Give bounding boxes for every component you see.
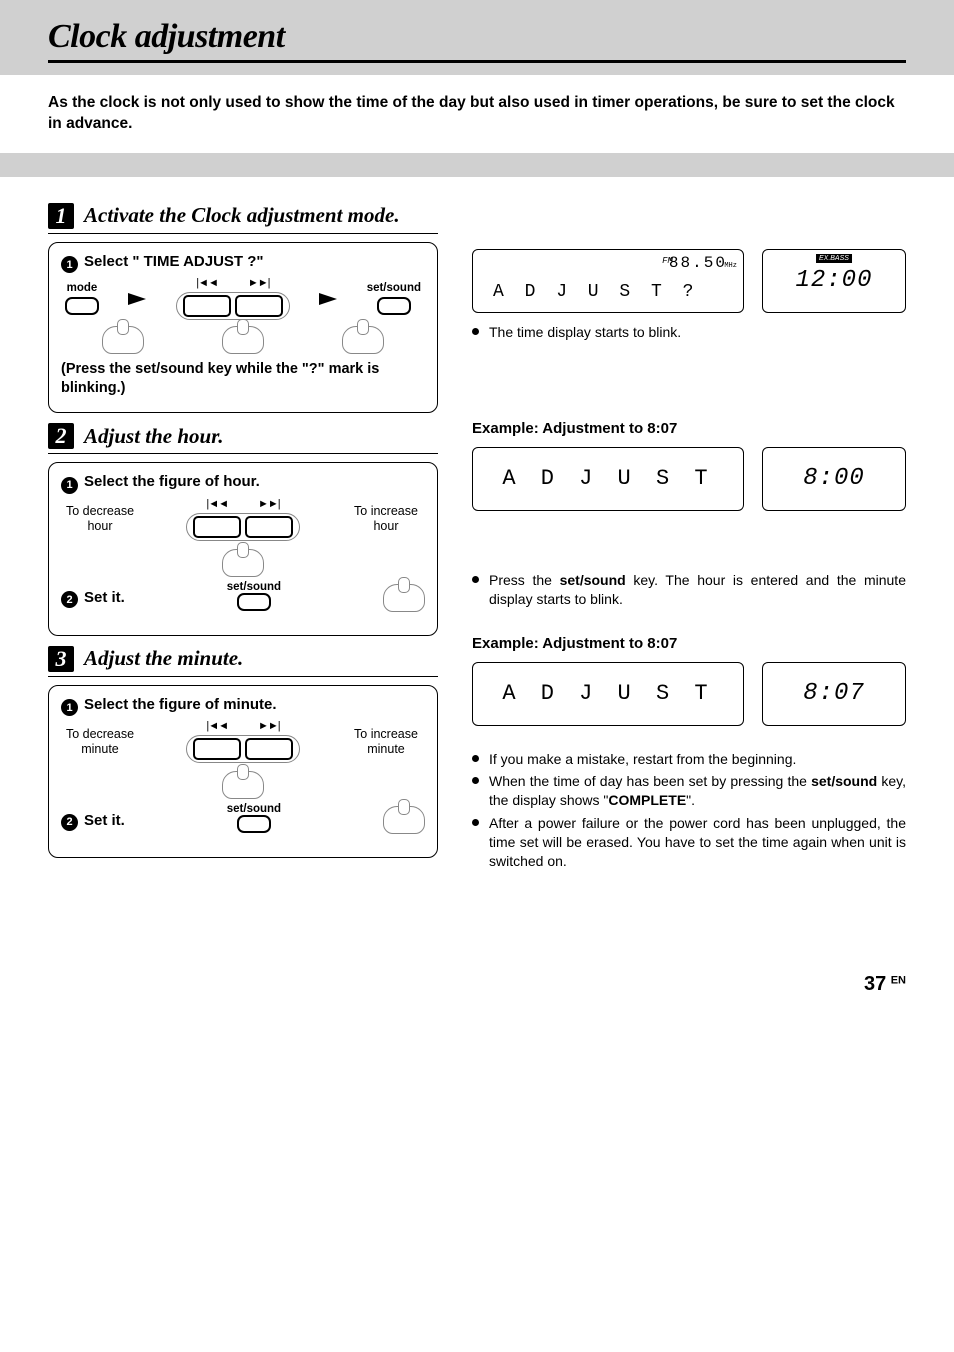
hand-icon — [222, 326, 264, 354]
step2-sub2-num: 2 — [61, 591, 78, 608]
decrease-minute-label: To decrease minute — [65, 727, 135, 757]
step1-sub1-num: 1 — [61, 256, 78, 273]
lcd-display-2: A D J U S T — [472, 447, 744, 511]
decrease-hour-label: To decrease hour — [65, 504, 135, 534]
step1-note: (Press the set/sound key while the "?" m… — [61, 360, 425, 398]
time-value-2: 8:00 — [803, 465, 865, 492]
mode-button-icon — [65, 297, 99, 315]
hand-icon — [102, 326, 144, 354]
nav-buttons-icon — [186, 513, 300, 541]
step1-title: Activate the Clock adjustment mode. — [84, 203, 400, 228]
mode-label: mode — [67, 282, 98, 294]
step2-sub1-num: 1 — [61, 477, 78, 494]
step3-sub1-num: 1 — [61, 699, 78, 716]
intro-text: As the clock is not only used to show th… — [48, 93, 906, 135]
title-bar: Clock adjustment — [0, 0, 954, 75]
hand-icon — [383, 806, 425, 834]
step2-heading: 2 Adjust the hour. — [48, 423, 438, 454]
step2-example: Example: Adjustment to 8:07 — [472, 420, 906, 437]
step1-number: 1 — [48, 203, 74, 229]
next-track-icon: ►►| — [248, 277, 270, 289]
step2-box: 1 Select the figure of hour. To decrease… — [48, 462, 438, 636]
step2-title: Adjust the hour. — [84, 424, 223, 449]
step3-bullet-1: If you make a mistake, restart from the … — [472, 750, 906, 769]
step2-number: 2 — [48, 423, 74, 449]
prev-track-icon: |◄◄ — [196, 277, 218, 289]
step3-sub1-text: Select the figure of minute. — [84, 696, 277, 713]
page-content: As the clock is not only used to show th… — [0, 75, 954, 1026]
page-title: Clock adjustment — [48, 18, 906, 63]
nav-buttons-icon — [186, 735, 300, 763]
step1-box: 1 Select " TIME ADJUST ?" mode |◄◄ ►►| — [48, 242, 438, 413]
time-display-3: 8:07 — [762, 662, 906, 726]
next-track-icon: ►►| — [258, 720, 280, 732]
step2-bullet: Press the set/sound key. The hour is ent… — [472, 571, 906, 609]
step3-box: 1 Select the figure of minute. To decrea… — [48, 685, 438, 859]
lcd-display-3: A D J U S T — [472, 662, 744, 726]
hand-icon — [342, 326, 384, 354]
step1-bullet: The time display starts to blink. — [472, 323, 906, 342]
step3-sub2-text: Set it. — [84, 812, 125, 829]
step3-sub2-num: 2 — [61, 814, 78, 831]
exbass-badge: EX.BASS — [816, 254, 852, 263]
increase-hour-label: To increase hour — [351, 504, 421, 534]
prev-track-icon: |◄◄ — [206, 498, 228, 510]
adjust-text-3: A D J U S T — [502, 681, 713, 706]
lcd-display-1: FM 88.50 MHz A D J U S T ? — [472, 249, 744, 313]
arrow-icon — [128, 293, 146, 305]
prev-track-icon: |◄◄ — [206, 720, 228, 732]
time-value-3: 8:07 — [803, 680, 865, 707]
time-value-1: 12:00 — [795, 267, 872, 294]
step3-example: Example: Adjustment to 8:07 — [472, 635, 906, 652]
step3-bullet-2: When the time of day has been set by pre… — [472, 772, 906, 810]
setsound-label: set/sound — [367, 282, 421, 294]
setsound-button-icon — [237, 593, 271, 611]
setsound-button-icon — [237, 815, 271, 833]
step3-number: 3 — [48, 646, 74, 672]
step3-heading: 3 Adjust the minute. — [48, 646, 438, 677]
next-track-icon: ►►| — [258, 498, 280, 510]
mhz-label: MHz — [724, 262, 737, 270]
time-display-2: 8:00 — [762, 447, 906, 511]
adjust-text-2: A D J U S T — [502, 466, 713, 491]
arrow-icon — [319, 293, 337, 305]
step1-sub1-text: Select " TIME ADJUST ?" — [84, 253, 264, 270]
step1-heading: 1 Activate the Clock adjustment mode. — [48, 203, 438, 234]
step3-display: A D J U S T 8:07 — [472, 662, 906, 726]
page-number: 37 EN — [48, 973, 906, 996]
gray-strip — [0, 153, 954, 177]
hand-icon — [222, 771, 264, 799]
adjust-text-1: A D J U S T ? — [493, 282, 698, 302]
setsound-label3: set/sound — [131, 803, 377, 815]
time-display-1: EX.BASS 12:00 — [762, 249, 906, 313]
freq-value: 88.50 — [669, 254, 727, 272]
increase-minute-label: To increase minute — [351, 727, 421, 757]
step2-sub1-text: Select the figure of hour. — [84, 473, 260, 490]
step2-sub2-text: Set it. — [84, 589, 125, 606]
step3-title: Adjust the minute. — [84, 646, 243, 671]
step1-display: FM 88.50 MHz A D J U S T ? EX.BASS 12:00 — [472, 249, 906, 313]
hand-icon — [383, 584, 425, 612]
step3-bullet-3: After a power failure or the power cord … — [472, 814, 906, 871]
setsound-label2: set/sound — [131, 581, 377, 593]
nav-buttons-icon — [176, 292, 290, 320]
step2-display: A D J U S T 8:00 — [472, 447, 906, 511]
hand-icon — [222, 549, 264, 577]
setsound-button-icon — [377, 297, 411, 315]
